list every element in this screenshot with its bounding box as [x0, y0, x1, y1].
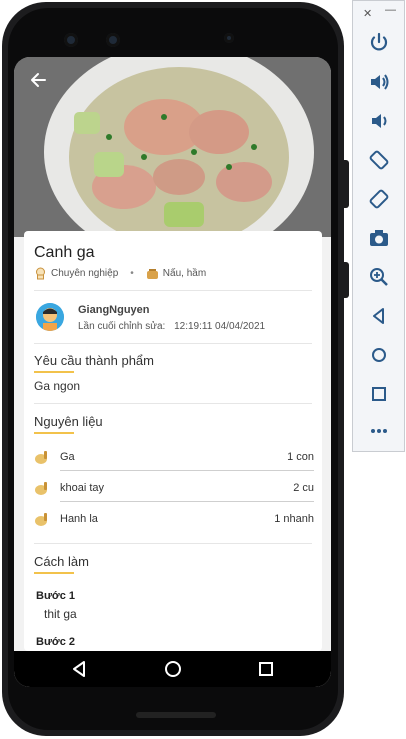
last-edit-label: Lần cuối chỉnh sửa: — [78, 321, 166, 332]
ingredient-name: khoai tay — [60, 482, 105, 494]
last-edit-info: Lần cuối chỉnh sửa: 12:19:11 04/04/2021 — [78, 321, 265, 332]
ingredient-qty: 2 cu — [293, 482, 314, 494]
ingredient-qty: 1 nhanh — [274, 513, 314, 525]
power-key — [343, 262, 349, 298]
divider — [34, 543, 312, 544]
camera-icon[interactable] — [367, 226, 391, 250]
author-info: GiangNguyen Lần cuối chỉnh sửa: 12:19:11… — [34, 301, 312, 337]
bottom-speaker — [136, 712, 216, 718]
chef-hat-icon — [34, 267, 47, 280]
recipe-title: Canh ga — [34, 244, 95, 261]
nav-home-icon[interactable] — [161, 657, 185, 681]
ingredient-row: khoai tay 2 cu — [34, 478, 314, 502]
recipe-meta: Chuyên nghiệp • Nấu, hầm — [34, 267, 206, 280]
overview-icon[interactable] — [367, 382, 391, 406]
divider — [34, 290, 312, 291]
proximity-sensor-icon — [224, 33, 234, 43]
app-screen: Canh ga Chuyên nghiệp • Nấu, hầm GiangNg… — [14, 57, 331, 687]
divider — [34, 403, 312, 404]
cooking-method: Nấu, hầm — [162, 268, 207, 279]
front-camera-icon — [64, 33, 78, 47]
step-label: Bước 1 — [36, 590, 76, 602]
section-underline — [34, 371, 74, 373]
avatar[interactable] — [36, 303, 64, 331]
ingredient-row: Ga 1 con — [34, 447, 314, 471]
more-icon[interactable] — [367, 419, 391, 443]
zoom-icon[interactable] — [367, 265, 391, 289]
android-nav-bar — [14, 651, 331, 687]
ingredient-divider — [60, 470, 314, 471]
home-icon[interactable] — [367, 343, 391, 367]
pot-icon — [146, 267, 159, 280]
ingredient-icon — [34, 480, 50, 496]
minimize-icon[interactable]: — — [385, 4, 396, 16]
volume-rocker — [343, 160, 349, 208]
ingredients-title: Nguyên liệu — [34, 414, 103, 429]
nav-overview-icon[interactable] — [254, 657, 278, 681]
rotate-left-icon[interactable] — [367, 148, 391, 172]
section-underline — [34, 572, 74, 574]
step-text: thit ga — [44, 607, 77, 621]
back-arrow-button[interactable] — [28, 69, 50, 91]
ingredient-name: Hanh la — [60, 513, 98, 525]
step-label: Bước 2 — [36, 636, 76, 648]
rotate-right-icon[interactable] — [367, 187, 391, 211]
ingredient-icon — [34, 511, 50, 527]
requirement-title: Yêu cầu thành phẩm — [34, 353, 154, 368]
back-icon[interactable] — [367, 304, 391, 328]
ingredient-divider — [60, 501, 314, 502]
ingredient-qty: 1 con — [287, 451, 314, 463]
sensor-icon — [106, 33, 120, 47]
volume-up-icon[interactable] — [367, 70, 391, 94]
close-icon[interactable]: ✕ — [363, 7, 372, 20]
ingredient-name: Ga — [60, 451, 75, 463]
divider — [34, 343, 312, 344]
emulator-toolbar: ✕ — — [352, 0, 405, 452]
meta-separator: • — [130, 268, 134, 279]
volume-down-icon[interactable] — [367, 109, 391, 133]
ingredient-icon — [34, 449, 50, 465]
section-underline — [34, 432, 74, 434]
difficulty-level: Chuyên nghiệp — [51, 268, 119, 279]
recipe-card: Canh ga Chuyên nghiệp • Nấu, hầm GiangNg… — [24, 231, 322, 651]
recipe-hero-image — [14, 57, 331, 237]
steps-title: Cách làm — [34, 554, 89, 569]
requirement-text: Ga ngon — [34, 379, 81, 393]
author-name[interactable]: GiangNguyen — [78, 304, 150, 316]
nav-back-icon[interactable] — [67, 657, 91, 681]
ingredient-row: Hanh la 1 nhanh — [34, 509, 314, 533]
power-icon[interactable] — [367, 31, 391, 55]
last-edit-time: 12:19:11 04/04/2021 — [174, 321, 266, 332]
